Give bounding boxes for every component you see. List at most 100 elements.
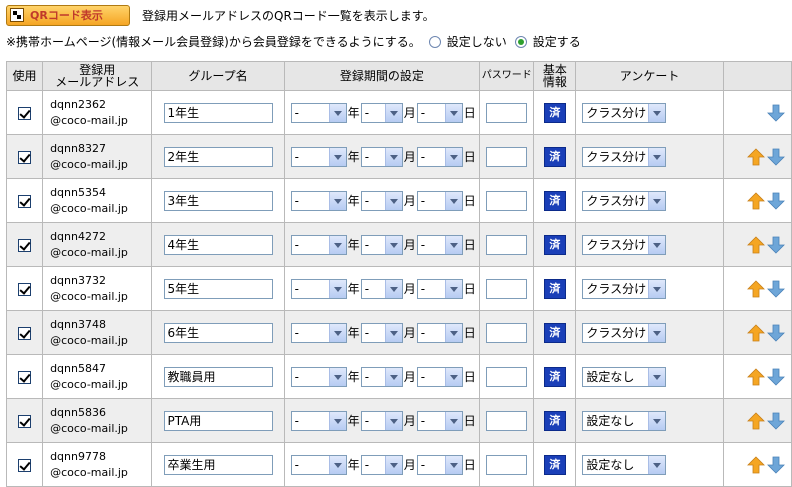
group-name-input[interactable]: PTA用 xyxy=(163,410,273,431)
password-input[interactable] xyxy=(486,366,528,387)
survey-select[interactable]: クラス分け xyxy=(582,102,667,123)
arrow-up-icon[interactable] xyxy=(747,235,765,254)
password-input[interactable] xyxy=(486,190,528,211)
group-name-input[interactable]: 4年生 xyxy=(163,234,273,255)
day-select[interactable]: - xyxy=(416,454,463,475)
arrow-up-icon[interactable] xyxy=(747,323,765,342)
radio-off[interactable] xyxy=(428,35,441,48)
address-id: dqnn4272 xyxy=(50,229,106,243)
basic-info-badge[interactable]: 済 xyxy=(543,410,566,431)
col-address: 登録用 メールアドレス xyxy=(42,61,153,91)
arrow-down-icon[interactable] xyxy=(767,148,785,166)
arrow-up-icon[interactable] xyxy=(747,455,765,474)
use-checkbox[interactable] xyxy=(18,370,32,384)
use-checkbox[interactable] xyxy=(18,106,32,120)
month-select[interactable]: - xyxy=(360,234,403,255)
use-checkbox[interactable] xyxy=(18,150,32,164)
day-select[interactable]: - xyxy=(416,102,463,123)
arrow-down-icon[interactable] xyxy=(767,368,785,386)
group-name-input[interactable]: 2年生 xyxy=(163,146,273,167)
basic-info-badge[interactable]: 済 xyxy=(543,322,566,343)
year-select[interactable]: - xyxy=(290,102,347,123)
arrow-up-icon[interactable] xyxy=(747,191,765,210)
year-select[interactable]: - xyxy=(290,410,347,431)
survey-select[interactable]: 設定なし xyxy=(582,454,667,475)
month-select[interactable]: - xyxy=(360,102,403,123)
day-select[interactable]: - xyxy=(416,322,463,343)
group-name-input[interactable]: 教職員用 xyxy=(163,366,273,387)
survey-select[interactable]: 設定なし xyxy=(582,410,667,431)
use-checkbox[interactable] xyxy=(18,414,32,428)
arrow-down-icon[interactable] xyxy=(767,412,785,430)
month-select[interactable]: - xyxy=(360,278,403,299)
password-input[interactable] xyxy=(486,454,528,475)
use-checkbox[interactable] xyxy=(18,238,32,252)
basic-info-badge[interactable]: 済 xyxy=(543,102,566,123)
password-input[interactable] xyxy=(486,278,528,299)
day-select[interactable]: - xyxy=(416,146,463,167)
day-select[interactable]: - xyxy=(416,366,463,387)
arrow-down-icon[interactable] xyxy=(767,236,785,254)
basic-info-badge[interactable]: 済 xyxy=(543,190,566,211)
password-input[interactable] xyxy=(486,102,528,123)
month-select[interactable]: - xyxy=(360,410,403,431)
year-select[interactable]: - xyxy=(290,366,347,387)
year-select[interactable]: - xyxy=(290,146,347,167)
group-name-input[interactable]: 3年生 xyxy=(163,190,273,211)
basic-info-badge[interactable]: 済 xyxy=(543,366,566,387)
survey-select[interactable]: クラス分け xyxy=(582,146,667,167)
chevron-down-icon xyxy=(648,191,666,210)
basic-info-badge[interactable]: 済 xyxy=(543,454,566,475)
password-input[interactable] xyxy=(486,234,528,255)
day-select[interactable]: - xyxy=(416,234,463,255)
month-select[interactable]: - xyxy=(360,190,403,211)
survey-select[interactable]: 設定なし xyxy=(582,366,667,387)
survey-select[interactable]: クラス分け xyxy=(582,190,667,211)
month-select[interactable]: - xyxy=(360,366,403,387)
basic-info-badge[interactable]: 済 xyxy=(543,278,566,299)
basic-info-badge[interactable]: 済 xyxy=(543,146,566,167)
address-domain: @coco-mail.jp xyxy=(50,157,128,171)
use-checkbox[interactable] xyxy=(18,458,32,472)
arrow-up-icon[interactable] xyxy=(747,411,765,430)
month-select[interactable]: - xyxy=(360,454,403,475)
chevron-down-icon xyxy=(648,323,666,342)
year-select[interactable]: - xyxy=(290,322,347,343)
password-input[interactable] xyxy=(486,146,528,167)
year-unit: 年 xyxy=(347,282,360,296)
month-select[interactable]: - xyxy=(360,146,403,167)
group-name-input[interactable]: 1年生 xyxy=(163,102,273,123)
day-select[interactable]: - xyxy=(416,410,463,431)
password-input[interactable] xyxy=(486,410,528,431)
arrow-down-icon[interactable] xyxy=(767,324,785,342)
month-select[interactable]: - xyxy=(360,322,403,343)
arrow-down-icon[interactable] xyxy=(767,280,785,298)
year-select[interactable]: - xyxy=(290,454,347,475)
arrow-down-icon[interactable] xyxy=(767,192,785,210)
group-name-input[interactable]: 6年生 xyxy=(163,322,273,343)
group-name-input[interactable]: 5年生 xyxy=(163,278,273,299)
address-id: dqnn5836 xyxy=(50,405,106,419)
group-name-input[interactable]: 卒業生用 xyxy=(163,454,273,475)
arrow-up-icon[interactable] xyxy=(747,147,765,166)
arrow-up-icon[interactable] xyxy=(747,279,765,298)
radio-on[interactable] xyxy=(514,35,527,48)
year-select[interactable]: - xyxy=(290,234,347,255)
use-checkbox[interactable] xyxy=(18,282,32,296)
day-select[interactable]: - xyxy=(416,190,463,211)
day-select[interactable]: - xyxy=(416,278,463,299)
arrow-up-icon[interactable] xyxy=(747,367,765,386)
use-checkbox[interactable] xyxy=(18,326,32,340)
survey-select[interactable]: クラス分け xyxy=(582,322,667,343)
year-select[interactable]: - xyxy=(290,278,347,299)
survey-select[interactable]: クラス分け xyxy=(582,278,667,299)
use-checkbox[interactable] xyxy=(18,194,32,208)
qr-display-button[interactable]: QRコード表示 xyxy=(6,4,130,26)
notice-text: ※携帯ホームページ(情報メール会員登録)から会員登録をできるようにする。 xyxy=(6,35,421,49)
arrow-down-icon[interactable] xyxy=(767,456,785,474)
survey-select[interactable]: クラス分け xyxy=(582,234,667,255)
arrow-down-icon[interactable] xyxy=(767,104,785,122)
year-select[interactable]: - xyxy=(290,190,347,211)
password-input[interactable] xyxy=(486,322,528,343)
basic-info-badge[interactable]: 済 xyxy=(543,234,566,255)
